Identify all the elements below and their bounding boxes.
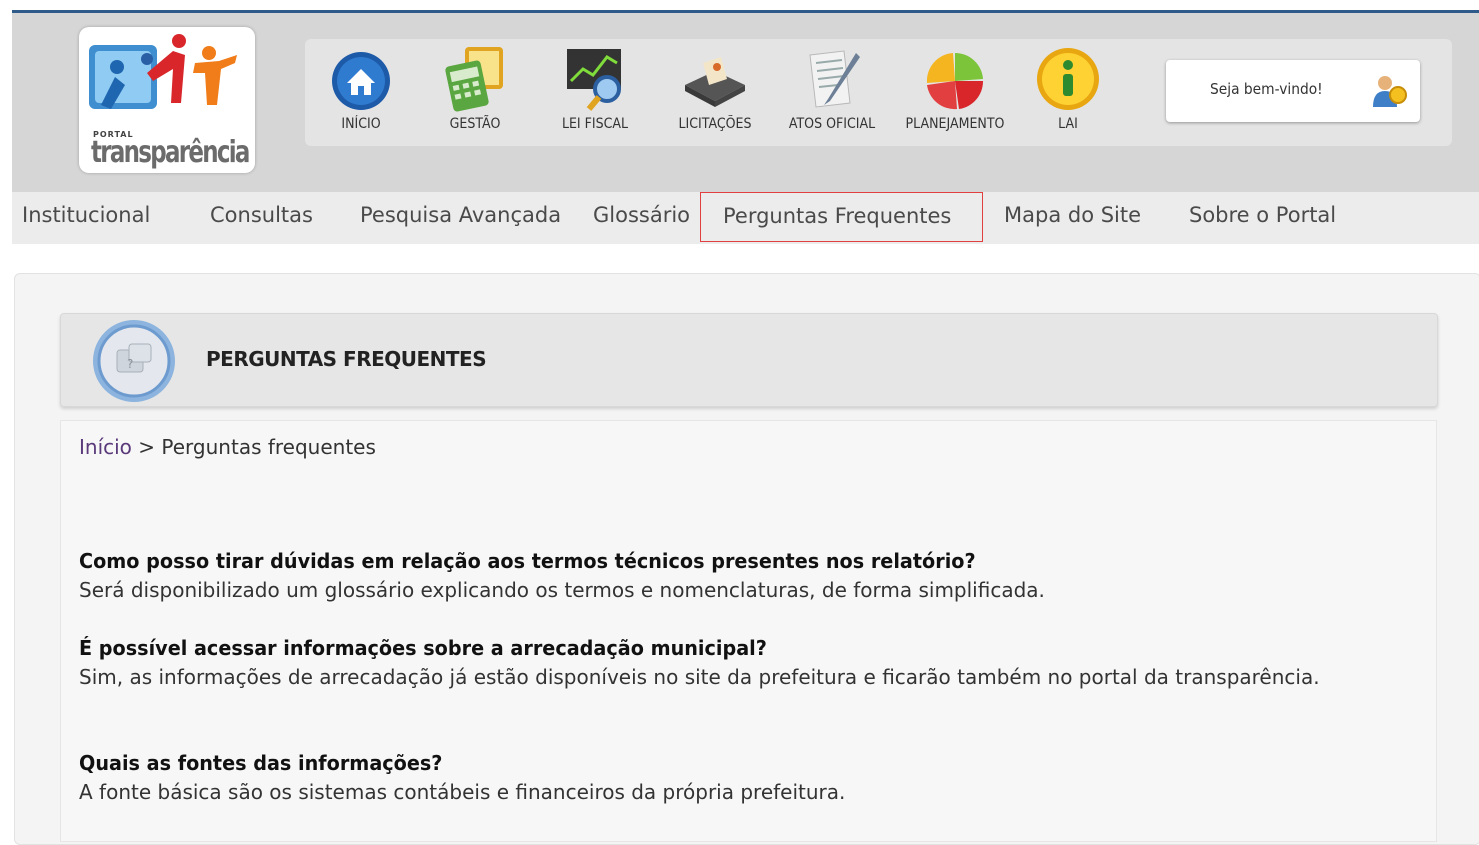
page-title-banner: ? PERGUNTAS FREQUENTES	[60, 313, 1438, 407]
toolbar-atos-oficial[interactable]: ATOS OFICIAL	[777, 39, 887, 146]
faq-answer: A fonte básica são os sistemas contábeis…	[79, 780, 846, 804]
breadcrumb-home-link[interactable]: Início	[79, 435, 132, 459]
pie-chart-icon	[926, 52, 984, 110]
svg-text:?: ?	[127, 357, 133, 371]
toolbar-lei-fiscal[interactable]: LEI FISCAL	[547, 39, 643, 146]
toolbar-label: ATOS OFICIAL	[788, 116, 876, 132]
chart-magnifier-icon	[567, 49, 621, 111]
nav-consultas[interactable]: Consultas	[210, 192, 313, 240]
toolbar-label: INÍCIO	[341, 116, 381, 132]
info-icon	[1037, 48, 1099, 110]
faq-question: É possível acessar informações sobre a a…	[79, 636, 767, 660]
faq-item: Como posso tirar dúvidas em relação aos …	[79, 547, 1419, 605]
logo-title: transparência	[91, 135, 250, 170]
logo-figures-icon	[89, 34, 237, 109]
faq-panel: Início > Perguntas frequentes Como posso…	[60, 420, 1437, 842]
welcome-box[interactable]: Seja bem-vindo!	[1166, 60, 1420, 122]
welcome-text: Seja bem-vindo!	[1210, 80, 1323, 98]
toolbar-gestao[interactable]: GESTÃO	[429, 39, 521, 146]
user-icon	[1373, 76, 1407, 107]
nav-pesquisa-avancada[interactable]: Pesquisa Avançada	[360, 192, 561, 240]
toolbar-label: LAI	[1058, 116, 1078, 132]
main-nav: Institucional Consultas Pesquisa Avançad…	[12, 192, 1479, 244]
pen-paper-icon	[809, 50, 860, 108]
toolbar-label: PLANEJAMENTO	[905, 116, 1005, 132]
portal-logo[interactable]: PORTAL transparência	[79, 27, 255, 173]
nav-institucional[interactable]: Institucional	[22, 192, 150, 240]
faq-question: Como posso tirar dúvidas em relação aos …	[79, 549, 976, 573]
faq-item: É possível acessar informações sobre a a…	[79, 634, 1419, 692]
nav-glossario[interactable]: Glossário	[593, 192, 690, 240]
document-tray-icon	[685, 57, 745, 107]
toolbar-label: GESTÃO	[449, 116, 501, 132]
toolbar-label: LICITAÇÕES	[678, 116, 752, 132]
faq-item: Quais as fontes das informações? A fonte…	[79, 749, 1419, 807]
faq-answer: Será disponibilizado um glossário explic…	[79, 578, 1045, 602]
nav-perguntas-frequentes[interactable]: Perguntas Frequentes	[700, 192, 983, 242]
toolbar-label: LEI FISCAL	[561, 116, 629, 132]
page-title: PERGUNTAS FREQUENTES	[206, 347, 487, 371]
faq-question: Quais as fontes das informações?	[79, 751, 443, 775]
toolbar-planejamento[interactable]: PLANEJAMENTO	[893, 39, 1017, 146]
toolbar-lai[interactable]: LAI	[1031, 39, 1105, 146]
header: PORTAL transparência INÍCIO GESTÃO LEI F…	[12, 13, 1479, 192]
faq-icon: ?	[93, 320, 175, 402]
breadcrumb: Início > Perguntas frequentes	[79, 435, 376, 459]
faq-answer: Sim, as informações de arrecadação já es…	[79, 665, 1320, 689]
breadcrumb-current: Perguntas frequentes	[161, 435, 376, 459]
nav-mapa-do-site[interactable]: Mapa do Site	[1004, 192, 1141, 240]
toolbar-licitacoes[interactable]: LICITAÇÕES	[665, 39, 765, 146]
nav-sobre-o-portal[interactable]: Sobre o Portal	[1189, 192, 1336, 240]
calculator-icon	[445, 47, 503, 112]
breadcrumb-separator: >	[131, 435, 162, 459]
toolbar-inicio[interactable]: INÍCIO	[315, 39, 407, 146]
home-icon	[332, 52, 390, 110]
